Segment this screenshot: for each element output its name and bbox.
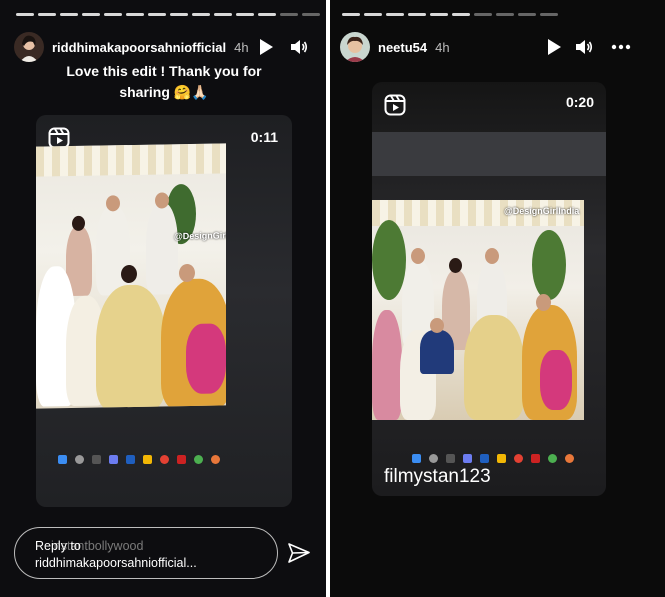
progress-segment [342, 13, 360, 16]
story-header: riddhimakapoorsahniofficial 4h [14, 32, 249, 62]
progress-segment [82, 13, 100, 16]
more-icon[interactable] [611, 44, 631, 50]
progress-segment [430, 13, 448, 16]
progress-segment [258, 13, 276, 16]
story-time: 4h [234, 39, 249, 55]
reel-duration: 0:20 [565, 94, 594, 110]
reel-watermark: @DesignGirlIndia [504, 206, 580, 216]
progress-segment [60, 13, 78, 16]
progress-segment [214, 13, 232, 16]
progress-segment [16, 13, 34, 16]
reel-photo: @DesignGirlIndia [372, 200, 584, 420]
progress-segment [170, 13, 188, 16]
story-panel-right[interactable]: neetu54 4h 0:20 @DesignGirlIndia filmyst… [330, 0, 665, 597]
story-progress-bar [342, 13, 558, 16]
story-caption: Love this edit ! Thank you for sharing 🤗… [66, 63, 262, 100]
taskbar-strip [58, 455, 220, 464]
reply-target: riddhimakapoorsahniofficial... [35, 556, 197, 570]
reply-input[interactable]: instantbollywood Reply to riddhimakapoor… [14, 527, 278, 579]
username[interactable]: riddhimakapoorsahniofficial [52, 40, 226, 55]
reels-icon [384, 94, 406, 116]
story-progress-bar [16, 13, 320, 16]
reel-overlay-text: filmystan123 [384, 466, 491, 487]
progress-segment [386, 13, 404, 16]
progress-segment [364, 13, 382, 16]
reel-preview-card[interactable]: 0:11 @DesignGirlIndia [36, 115, 292, 507]
story-time: 4h [435, 39, 450, 55]
progress-segment [280, 13, 298, 16]
progress-segment [148, 13, 166, 16]
progress-segment [236, 13, 254, 16]
play-icon[interactable] [258, 38, 274, 56]
progress-segment [496, 13, 514, 16]
avatar[interactable] [14, 32, 44, 62]
progress-segment [302, 13, 320, 16]
reel-preview-card[interactable]: 0:20 @DesignGirlIndia [372, 82, 606, 496]
story-header: neetu54 4h [340, 32, 450, 62]
progress-segment [518, 13, 536, 16]
reel-photo: @DesignGirlIndia [36, 143, 226, 409]
progress-segment [104, 13, 122, 16]
progress-segment [38, 13, 56, 16]
progress-segment [192, 13, 210, 16]
avatar[interactable] [340, 32, 370, 62]
reply-prefix: Reply to [35, 539, 81, 553]
play-icon[interactable] [546, 38, 562, 56]
reel-duration: 0:11 [250, 129, 278, 145]
volume-icon[interactable] [290, 38, 308, 56]
progress-segment [408, 13, 426, 16]
story-panel-left[interactable]: riddhimakapoorsahniofficial 4h Love this… [0, 0, 326, 597]
progress-segment [126, 13, 144, 16]
reel-watermark: @DesignGirlIndia [174, 229, 226, 242]
progress-segment [474, 13, 492, 16]
taskbar-strip [412, 454, 574, 463]
progress-segment [452, 13, 470, 16]
volume-icon[interactable] [575, 38, 593, 56]
progress-segment [540, 13, 558, 16]
send-icon[interactable] [288, 543, 310, 563]
username[interactable]: neetu54 [378, 40, 427, 55]
